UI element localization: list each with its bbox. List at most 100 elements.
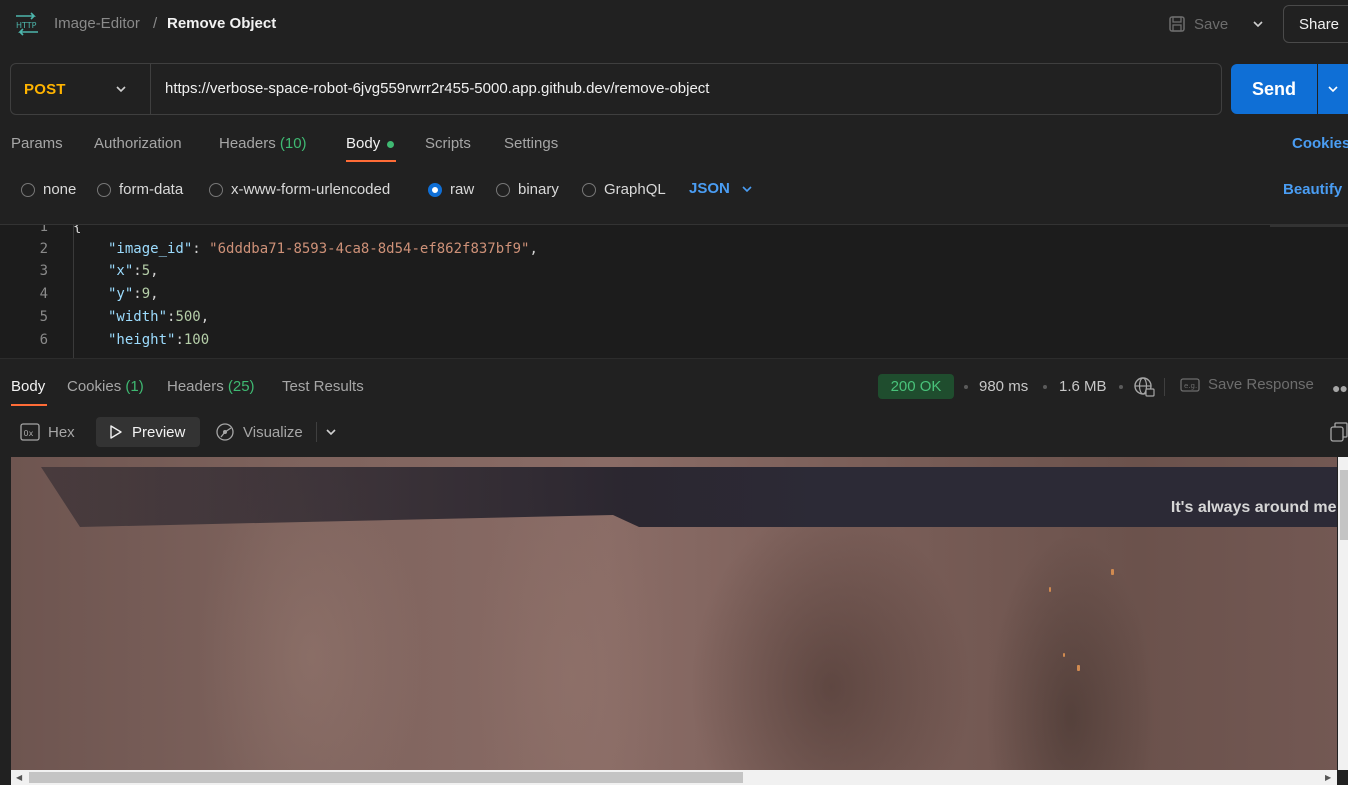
- response-tab-cookies-label: Cookies: [67, 378, 122, 395]
- breadcrumb-separator: /: [153, 15, 158, 32]
- json-value: "6dddba71-8593-4ca8-8d54-ef862f837bf9": [209, 241, 530, 257]
- status-badge[interactable]: 200 OK: [878, 374, 954, 399]
- ember-spark: [1063, 653, 1065, 657]
- view-visualize-label: Visualize: [243, 423, 303, 441]
- radio-raw[interactable]: raw: [428, 181, 474, 198]
- scroll-right-arrow-icon[interactable]: ▶: [1325, 773, 1331, 782]
- save-button[interactable]: Save: [1168, 8, 1228, 40]
- tab-settings[interactable]: Settings: [504, 135, 558, 152]
- chevron-down-icon: [1328, 86, 1338, 93]
- radio-urlencoded-label: x-www-form-urlencoded: [231, 181, 391, 198]
- line-number: 2: [39, 241, 48, 257]
- save-options-button[interactable]: [1245, 8, 1271, 40]
- url-divider: [150, 64, 151, 114]
- send-options-button[interactable]: [1318, 64, 1348, 114]
- response-tab-body[interactable]: Body: [11, 378, 45, 395]
- view-hex-button[interactable]: 0x Hex: [20, 420, 75, 444]
- editor-scrollbar[interactable]: [1270, 225, 1348, 227]
- format-select[interactable]: JSON: [689, 180, 754, 197]
- json-comma: ,: [150, 263, 159, 279]
- code-text: "height":100: [108, 332, 209, 348]
- share-button[interactable]: Share: [1283, 5, 1348, 43]
- meta-separator: [1119, 385, 1123, 389]
- scroll-left-arrow-icon[interactable]: ◀: [16, 773, 22, 782]
- body-editor[interactable]: 1 { 2 "image_id": "6dddba71-8593-4ca8-8d…: [0, 224, 1348, 358]
- indent-guide: [73, 225, 74, 358]
- toolbar-divider: [1164, 378, 1165, 396]
- tab-body[interactable]: Body: [346, 135, 380, 152]
- radio-graphql-label: GraphQL: [604, 181, 666, 198]
- radio-none[interactable]: none: [21, 181, 76, 198]
- line-number: 3: [39, 263, 48, 279]
- pane-resize-handle[interactable]: [0, 358, 1348, 367]
- format-select-label: JSON: [689, 180, 730, 197]
- json-key: "image_id": [108, 241, 193, 257]
- cookies-link[interactable]: Cookies: [1292, 135, 1348, 152]
- response-tab-test-results[interactable]: Test Results: [282, 378, 364, 395]
- image-banner: It's always around me,: [41, 467, 1337, 527]
- response-size[interactable]: 1.6 MB: [1059, 378, 1107, 395]
- view-preview-button[interactable]: Preview: [96, 417, 200, 447]
- method-select[interactable]: POST: [24, 81, 66, 98]
- network-globe-icon[interactable]: [1133, 376, 1155, 398]
- more-options-icon[interactable]: ●●●: [1332, 380, 1348, 396]
- send-button[interactable]: Send: [1231, 64, 1317, 114]
- code-text: "y":9,: [108, 286, 159, 302]
- view-visualize-button[interactable]: Visualize: [215, 420, 303, 444]
- ember-spark: [1077, 665, 1080, 671]
- tab-headers-label: Headers: [219, 135, 276, 152]
- response-tab-headers[interactable]: Headers (25): [167, 378, 255, 395]
- beautify-button[interactable]: Beautify: [1283, 181, 1342, 198]
- preview-vertical-scroll-thumb[interactable]: [1340, 470, 1348, 540]
- view-preview-label: Preview: [132, 423, 186, 441]
- radio-binary[interactable]: binary: [496, 181, 559, 198]
- radio-form-data[interactable]: form-data: [97, 181, 183, 198]
- code-text: {: [73, 224, 82, 235]
- line-number: 6: [39, 332, 48, 348]
- save-icon: [1169, 16, 1185, 32]
- chevron-down-icon[interactable]: [322, 423, 340, 441]
- hex-icon: 0x: [20, 423, 40, 441]
- tab-headers[interactable]: Headers (10): [219, 135, 307, 152]
- copy-icon[interactable]: [1330, 422, 1348, 442]
- ember-spark: [1111, 569, 1114, 575]
- chevron-down-icon[interactable]: [112, 80, 130, 98]
- breadcrumb-collection[interactable]: Image-Editor: [54, 15, 140, 32]
- tab-params[interactable]: Params: [11, 135, 63, 152]
- top-bar: HTTP Image-Editor / Remove Object Save S…: [0, 0, 1348, 50]
- json-colon: :: [133, 286, 142, 302]
- json-value: 500: [175, 309, 201, 325]
- url-input[interactable]: https://verbose-space-robot-6jvg559rwrr2…: [165, 80, 709, 97]
- response-time[interactable]: 980 ms: [979, 378, 1028, 395]
- json-colon: :: [192, 241, 210, 257]
- code-text: "width":500,: [108, 309, 209, 325]
- code-text: "x":5,: [108, 263, 159, 279]
- request-title[interactable]: Remove Object: [167, 15, 276, 32]
- response-tab-cookies[interactable]: Cookies (1): [67, 378, 144, 395]
- save-response-label: Save Response: [1208, 376, 1314, 393]
- radio-indicator: [496, 182, 510, 197]
- json-comma: ,: [529, 241, 538, 257]
- toolbar-divider: [316, 422, 317, 442]
- json-colon: :: [133, 263, 142, 279]
- json-key: "width": [108, 309, 168, 325]
- meta-separator: [964, 385, 968, 389]
- http-request-icon: HTTP: [16, 12, 38, 36]
- json-value: 5: [141, 263, 151, 279]
- tab-scripts[interactable]: Scripts: [425, 135, 471, 152]
- radio-indicator: [582, 182, 596, 197]
- save-response-button[interactable]: e.g. Save Response: [1180, 376, 1314, 393]
- radio-indicator-selected: [428, 182, 442, 197]
- tab-authorization[interactable]: Authorization: [94, 135, 182, 152]
- radio-graphql[interactable]: GraphQL: [582, 181, 666, 198]
- preview-horizontal-scroll-thumb[interactable]: [29, 772, 743, 783]
- chevron-down-icon: [742, 185, 752, 192]
- json-value: 100: [183, 332, 210, 348]
- active-tab-underline: [11, 404, 47, 406]
- tab-headers-count: (10): [279, 135, 307, 152]
- radio-urlencoded[interactable]: x-www-form-urlencoded: [209, 181, 390, 198]
- response-tab-headers-label: Headers: [167, 378, 224, 395]
- chevron-down-icon: [1253, 21, 1263, 28]
- json-comma: ,: [150, 286, 159, 302]
- response-tab-cookies-count: (1): [125, 378, 144, 395]
